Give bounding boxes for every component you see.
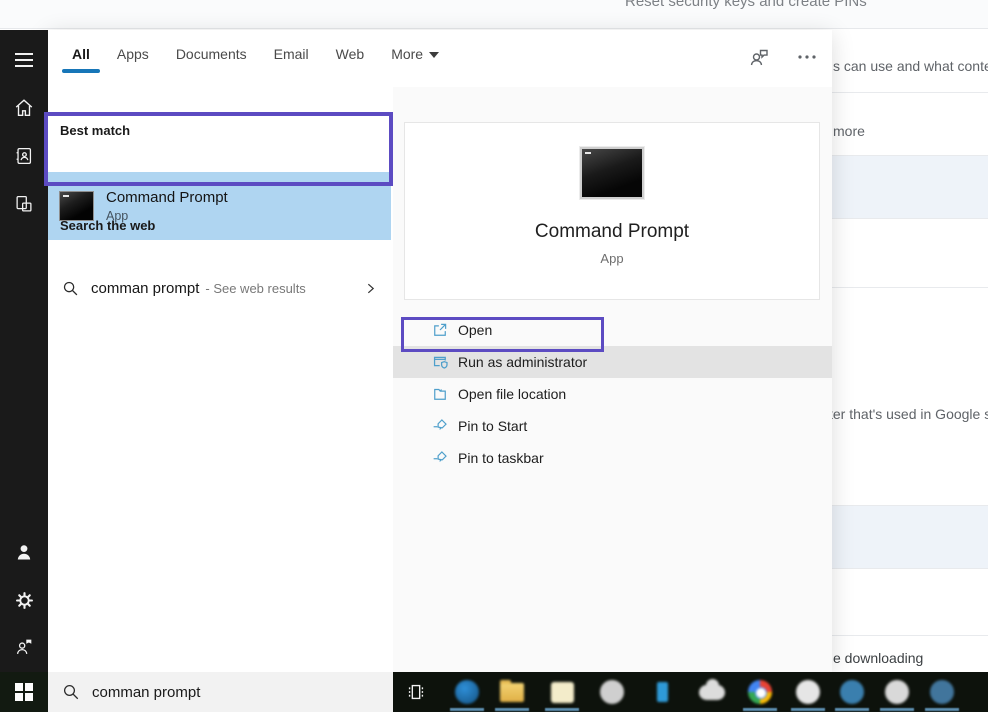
taskbar-app-file-explorer[interactable] <box>490 672 534 712</box>
search-icon <box>62 280 79 297</box>
tab-documents[interactable]: Documents <box>176 46 247 73</box>
taskbar-app-gray[interactable] <box>590 672 634 712</box>
tab-all[interactable]: All <box>72 46 90 73</box>
start-button[interactable] <box>0 672 48 712</box>
background-text-fragment: ter that's used in Google sea <box>829 406 988 422</box>
taskbar-app-blue-3[interactable] <box>920 672 964 712</box>
phone-app-icon <box>657 682 668 702</box>
taskbar-app-blue-2[interactable] <box>830 672 874 712</box>
search-the-web-label: Search the web <box>60 218 155 233</box>
taskbar: comman prompt <box>0 672 988 712</box>
task-view-button[interactable] <box>394 672 438 712</box>
preview-panel: Command Prompt App Open <box>393 87 832 672</box>
action-run-as-administrator[interactable]: Run as administrator <box>393 346 832 378</box>
tab-web[interactable]: Web <box>336 46 365 73</box>
task-view-icon <box>405 681 427 703</box>
white-app-icon <box>796 680 820 704</box>
app-preview-card: Command Prompt App <box>404 122 820 300</box>
background-highlight-row <box>832 506 988 568</box>
start-sidebar <box>0 30 48 672</box>
action-open[interactable]: Open <box>393 314 832 346</box>
dropdown-caret-icon <box>429 52 439 58</box>
feedback-person-icon[interactable] <box>746 44 772 70</box>
active-tab-underline <box>62 69 100 73</box>
taskbar-app-white[interactable] <box>786 672 830 712</box>
divider <box>832 92 988 93</box>
action-pin-to-start[interactable]: Pin to Start <box>393 410 832 442</box>
desktop-screen: Reset security keys and create PINs s ca… <box>0 0 988 712</box>
blue-app-icon-2 <box>840 680 864 704</box>
divider <box>832 287 988 288</box>
hamburger-icon <box>15 53 33 67</box>
tab-apps[interactable]: Apps <box>117 46 149 73</box>
action-list: Open Run as administrator <box>393 314 832 474</box>
background-top-strip: Reset security keys and create PINs <box>0 0 988 29</box>
search-filter-tabs: All Apps Documents Email Web More <box>72 46 439 73</box>
background-highlight-row <box>832 156 988 218</box>
blue-app-icon-3 <box>930 680 954 704</box>
taskbar-app-phone[interactable] <box>640 672 684 712</box>
chrome-icon <box>748 680 772 704</box>
feedback-icon[interactable] <box>0 623 48 671</box>
cloud-icon <box>699 685 725 700</box>
settings-icon[interactable] <box>0 576 48 624</box>
documents-icon[interactable] <box>0 180 48 228</box>
result-title: Command Prompt <box>106 189 228 206</box>
home-icon[interactable] <box>0 84 48 132</box>
search-icon <box>62 683 80 701</box>
flyout-header-icons <box>746 44 820 70</box>
ellipsis-menu-icon[interactable] <box>794 44 820 70</box>
gray-app-icon <box>600 680 624 704</box>
action-open-file-location[interactable]: Open file location <box>393 378 832 410</box>
tab-email[interactable]: Email <box>274 46 309 73</box>
command-prompt-icon <box>59 191 94 221</box>
pin-icon <box>430 416 450 436</box>
chevron-right-icon[interactable] <box>364 281 377 296</box>
action-pin-to-taskbar[interactable]: Pin to taskbar <box>393 442 832 474</box>
background-text-fragment: e downloading <box>833 650 923 666</box>
admin-shield-icon <box>430 352 450 372</box>
web-search-suggestion[interactable]: comman prompt - See web results <box>48 270 393 306</box>
file-location-icon <box>430 384 450 404</box>
search-flyout: All Apps Documents Email Web More B <box>48 30 832 672</box>
open-window-icon <box>430 320 450 340</box>
divider <box>832 218 988 219</box>
pale-app-icon <box>551 682 574 703</box>
taskbar-search-box[interactable]: comman prompt <box>48 672 393 712</box>
file-explorer-icon <box>500 683 524 702</box>
journal-icon[interactable] <box>0 132 48 180</box>
tab-more[interactable]: More <box>391 46 439 73</box>
divider <box>832 635 988 636</box>
taskbar-app-blue[interactable] <box>445 672 489 712</box>
taskbar-app-cloud[interactable] <box>690 672 734 712</box>
pin-icon <box>430 448 450 468</box>
blue-app-icon <box>455 680 479 704</box>
best-match-label: Best match <box>60 123 130 138</box>
taskbar-app-chrome[interactable] <box>738 672 782 712</box>
results-panel: Best match Command Prompt App Search the… <box>48 87 393 672</box>
taskbar-app-white-2[interactable] <box>875 672 919 712</box>
taskbar-app-pale[interactable] <box>540 672 584 712</box>
windows-logo-icon <box>15 683 33 701</box>
account-icon[interactable] <box>0 528 48 576</box>
menu-icon[interactable] <box>0 36 48 84</box>
background-text-fragment: s can use and what content <box>833 58 988 74</box>
background-text-fragment: more <box>833 123 865 139</box>
command-prompt-icon-large <box>580 147 644 199</box>
background-page-heading: Reset security keys and create PINs <box>625 0 867 10</box>
search-input-value: comman prompt <box>92 684 200 701</box>
white-app-icon-2 <box>885 680 909 704</box>
web-hint: - See web results <box>205 281 305 296</box>
web-query: comman prompt <box>91 280 199 297</box>
divider <box>832 568 988 569</box>
preview-app-subtitle: App <box>600 251 623 266</box>
preview-app-title: Command Prompt <box>535 221 689 243</box>
